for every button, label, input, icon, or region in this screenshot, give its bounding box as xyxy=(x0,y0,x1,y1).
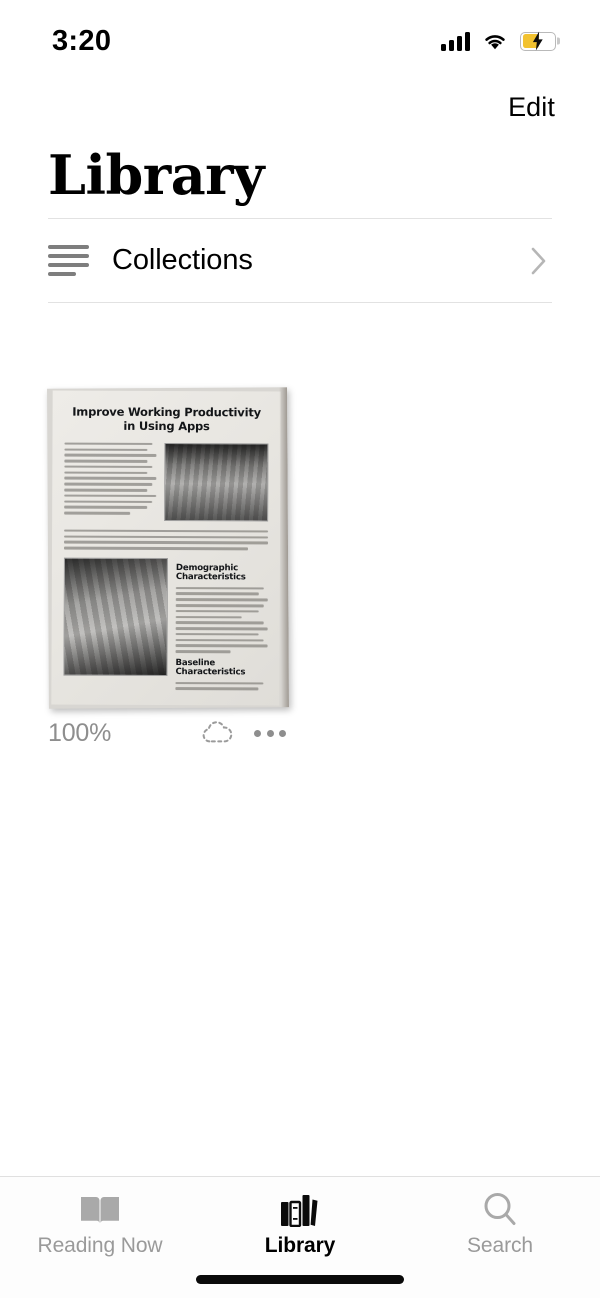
divider-below-collections xyxy=(48,302,552,303)
status-bar-time: 3:20 xyxy=(52,24,112,57)
cover-paper-page: Improve Working Productivity in Using Ap… xyxy=(51,390,281,706)
home-indicator[interactable] xyxy=(196,1275,404,1284)
collections-row[interactable]: Collections xyxy=(48,219,552,302)
tab-search[interactable]: Search xyxy=(400,1191,600,1258)
lightning-bolt-icon xyxy=(532,31,543,51)
icloud-dashed-icon[interactable] xyxy=(200,720,234,746)
open-book-icon xyxy=(78,1191,122,1227)
cover-title: Improve Working Productivity in Using Ap… xyxy=(64,405,268,435)
cover-body-text-wide xyxy=(63,529,269,551)
cover-columns-top xyxy=(64,442,269,522)
book-cover-image: Improve Working Productivity in Using Ap… xyxy=(47,387,289,709)
cover-page-edge-shadow xyxy=(279,387,289,708)
signal-bars-icon xyxy=(441,31,470,51)
edit-button[interactable]: Edit xyxy=(508,92,555,123)
battery-charging-icon xyxy=(520,31,556,51)
tab-label-library: Library xyxy=(264,1234,336,1257)
tab-reading-now[interactable]: Reading Now xyxy=(0,1191,200,1258)
book-progress-label: 100% xyxy=(48,718,112,747)
cover-columns-bottom: Demographic Characteristics Baseline Cha… xyxy=(63,557,268,693)
page-title: Library xyxy=(48,143,265,207)
tab-label-reading-now: Reading Now xyxy=(37,1234,163,1257)
tab-library[interactable]: Library xyxy=(200,1191,400,1258)
collections-list-icon xyxy=(48,244,92,278)
status-bar-indicators xyxy=(441,25,556,51)
search-magnifier-icon xyxy=(480,1191,520,1227)
cover-title-line-1: Improve Working Productivity xyxy=(72,404,261,420)
book-meta-row: 100% xyxy=(48,708,288,752)
office-workers-photo xyxy=(63,557,168,676)
books-shelf-icon xyxy=(278,1191,322,1227)
collections-label: Collections xyxy=(112,244,253,276)
cover-section-heading-1: Demographic Characteristics xyxy=(175,562,246,583)
tab-label-search: Search xyxy=(467,1234,533,1257)
cover-body-text-left xyxy=(64,442,157,518)
chevron-right-icon xyxy=(531,247,546,274)
book-actions xyxy=(200,720,288,746)
app-screen: 3:20 Edit Library Collections Improve Wo… xyxy=(0,0,600,1298)
book-item: Improve Working Productivity in Using Ap… xyxy=(47,386,289,752)
navigation-bar: Edit xyxy=(0,76,600,138)
wifi-icon xyxy=(485,35,505,50)
more-ellipsis-icon[interactable] xyxy=(252,724,288,743)
conference-room-photo xyxy=(164,442,269,522)
status-bar: 3:20 xyxy=(0,0,600,76)
book-grid: Improve Working Productivity in Using Ap… xyxy=(47,386,552,752)
cover-section-heading-2: Baseline Characteristics xyxy=(175,657,246,678)
book-cover-button[interactable]: Improve Working Productivity in Using Ap… xyxy=(47,386,289,709)
cover-title-line-2: in Using Apps xyxy=(123,419,210,434)
cover-sections-right: Demographic Characteristics Baseline Cha… xyxy=(175,558,268,694)
